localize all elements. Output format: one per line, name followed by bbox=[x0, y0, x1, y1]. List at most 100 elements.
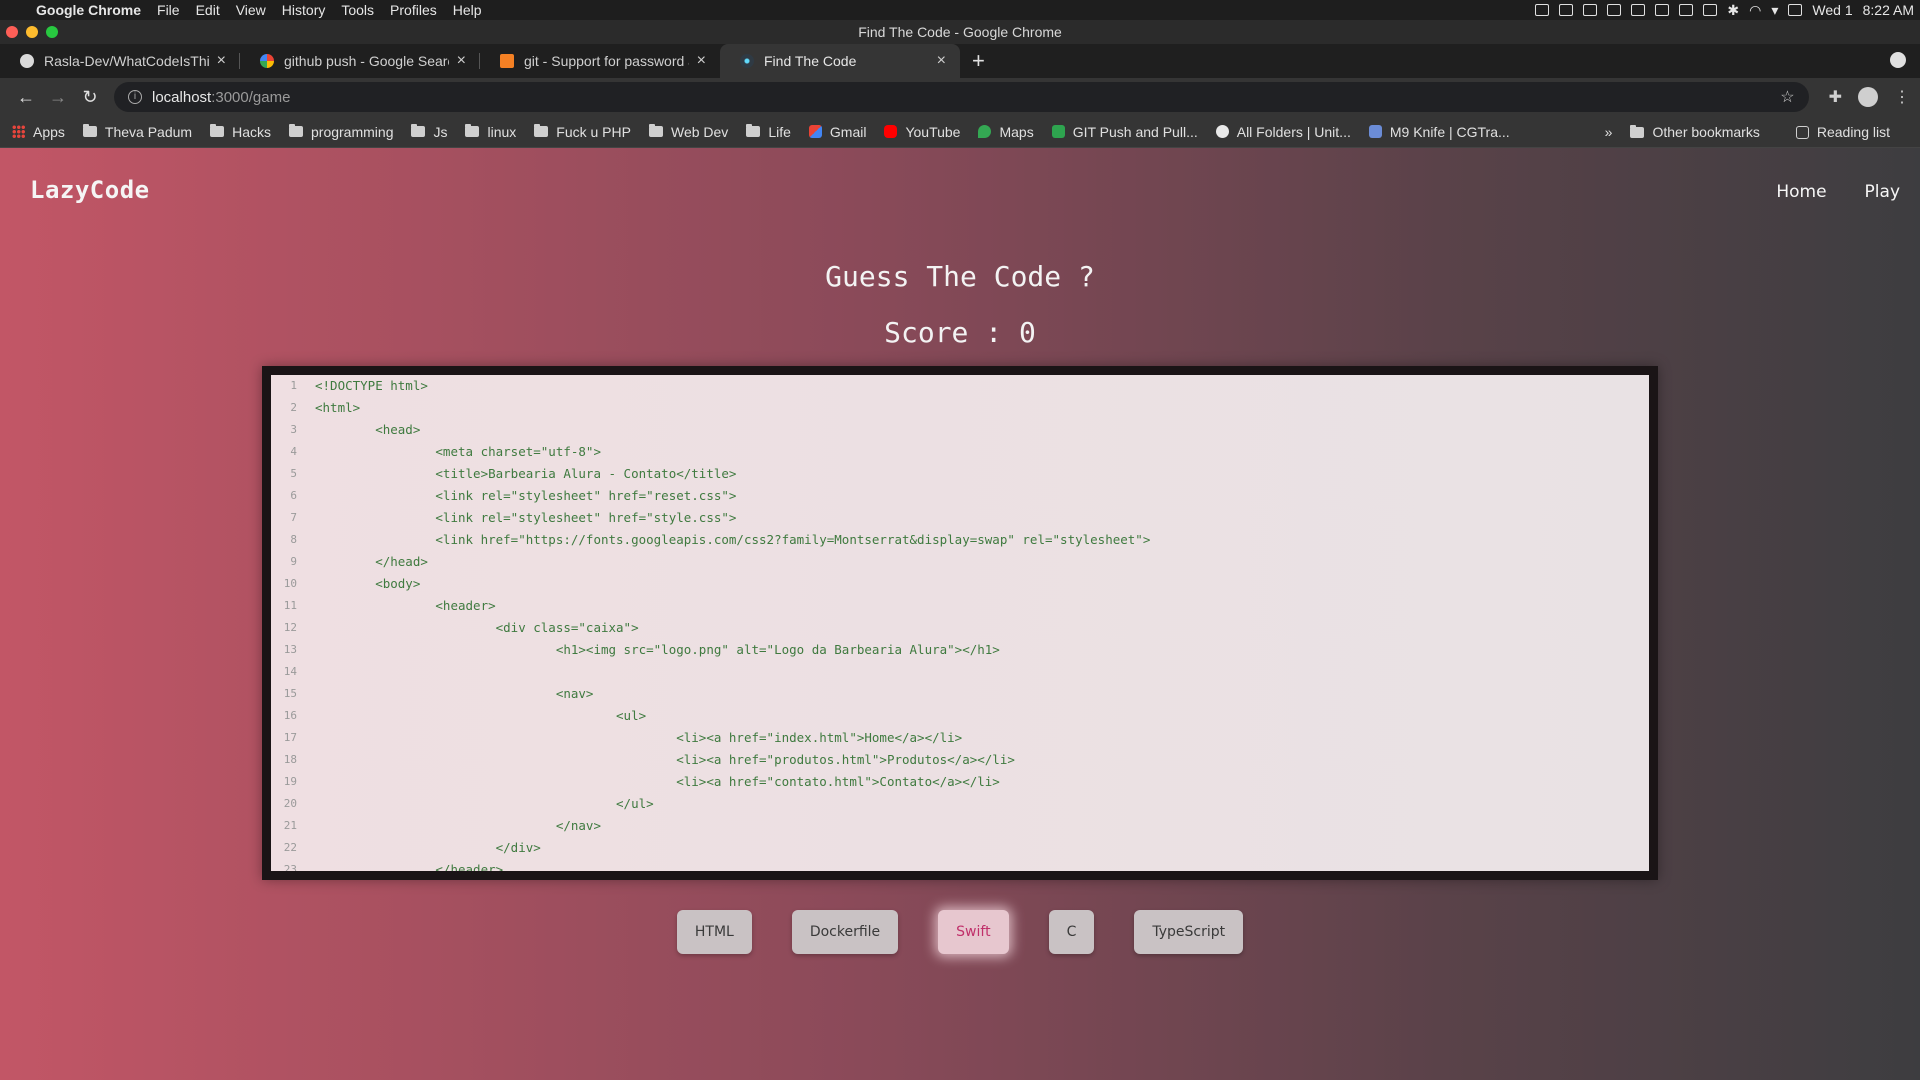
menu-view[interactable]: View bbox=[236, 2, 266, 18]
bookmark-folder[interactable]: Js bbox=[411, 124, 447, 140]
clipboard-icon[interactable] bbox=[1655, 4, 1670, 16]
answer-typescript-button[interactable]: TypeScript bbox=[1134, 910, 1244, 954]
calendar-icon[interactable] bbox=[1788, 4, 1803, 16]
answer-swift-button[interactable]: Swift bbox=[938, 910, 1009, 954]
folder-icon bbox=[82, 124, 97, 137]
window-title-bar: Find The Code - Google Chrome bbox=[0, 20, 1920, 44]
code-line: 6 <link rel="stylesheet" href="reset.css… bbox=[271, 485, 1649, 507]
code-line: 14 bbox=[271, 661, 1649, 683]
tab-title: git - Support for password au bbox=[524, 53, 689, 69]
browser-tab[interactable]: git - Support for password au × bbox=[480, 44, 720, 78]
folder-icon bbox=[534, 124, 549, 137]
bluetooth-icon[interactable]: ✱ bbox=[1727, 2, 1739, 19]
bookmark-folder[interactable]: Hacks bbox=[210, 124, 271, 140]
extensions-icon[interactable]: ✚ bbox=[1829, 87, 1842, 107]
reload-icon[interactable]: ↻ bbox=[74, 87, 106, 108]
window-icon[interactable] bbox=[1583, 4, 1598, 16]
browser-tab[interactable]: github push - Google Search × bbox=[240, 44, 480, 78]
menu-time[interactable]: 8:22 AM bbox=[1863, 2, 1914, 18]
bookmark-site[interactable]: M9 Knife | CGTra... bbox=[1368, 124, 1510, 140]
wifi-icon[interactable]: ◠ bbox=[1749, 2, 1761, 19]
close-tab-icon[interactable]: × bbox=[457, 52, 466, 70]
close-window-button[interactable] bbox=[6, 26, 18, 38]
bookmark-folder[interactable]: Theva Padum bbox=[82, 124, 192, 140]
battery-icon[interactable] bbox=[1703, 4, 1718, 16]
code-block: 1 <!DOCTYPE html> 2 <html> 3 <head> 4 <meta c… bbox=[271, 375, 1649, 871]
site-icon bbox=[1368, 125, 1382, 138]
bookmark-site[interactable]: GIT Push and Pull... bbox=[1051, 124, 1198, 140]
chrome-menu-icon[interactable]: ⋮ bbox=[1894, 87, 1910, 107]
window-title: Find The Code - Google Chrome bbox=[858, 24, 1062, 40]
bookmark-star-icon[interactable]: ☆ bbox=[1780, 87, 1794, 107]
nav-play-link[interactable]: Play bbox=[1865, 182, 1900, 202]
close-tab-icon[interactable]: × bbox=[697, 52, 706, 70]
bookmark-folder[interactable]: linux bbox=[465, 124, 516, 140]
volume-icon[interactable]: ▾ bbox=[1771, 2, 1778, 19]
answer-c-button[interactable]: C bbox=[1048, 910, 1095, 954]
bookmark-folder[interactable]: Web Dev bbox=[648, 124, 728, 140]
bookmark-gmail[interactable]: Gmail bbox=[808, 124, 866, 140]
answer-dockerfile-button[interactable]: Dockerfile bbox=[791, 910, 899, 954]
bookmark-folder[interactable]: Fuck u PHP bbox=[534, 124, 631, 140]
code-line: 23 </header> bbox=[271, 859, 1649, 871]
site-info-icon[interactable]: i bbox=[128, 90, 142, 104]
code-line: 5 <title>Barbearia Alura - Contato</titl… bbox=[271, 463, 1649, 485]
close-tab-icon[interactable]: × bbox=[937, 52, 946, 70]
bookmark-youtube[interactable]: YouTube bbox=[884, 124, 960, 140]
macos-menu-bar: Google Chrome File Edit View History Too… bbox=[0, 0, 1920, 20]
menu-profiles[interactable]: Profiles bbox=[390, 2, 437, 18]
forward-icon[interactable]: → bbox=[42, 87, 74, 108]
browser-tab[interactable]: Rasla-Dev/WhatCodeIsThis: A × bbox=[0, 44, 240, 78]
code-text: <nav> bbox=[315, 686, 594, 701]
menu-help[interactable]: Help bbox=[453, 2, 482, 18]
site-logo[interactable]: LazyCode bbox=[30, 176, 150, 204]
menu-edit[interactable]: Edit bbox=[196, 2, 220, 18]
answer-html-button[interactable]: HTML bbox=[676, 910, 752, 954]
zoom-window-button[interactable] bbox=[46, 26, 58, 38]
menu-app-name[interactable]: Google Chrome bbox=[36, 2, 141, 18]
stackoverflow-icon bbox=[500, 54, 514, 68]
address-bar[interactable]: i localhost :3000/game ☆ bbox=[114, 82, 1809, 112]
reading-list[interactable]: Reading list bbox=[1795, 124, 1890, 140]
minimize-window-button[interactable] bbox=[26, 26, 38, 38]
folder-icon bbox=[411, 124, 426, 137]
other-bookmarks[interactable]: Other bookmarks bbox=[1630, 124, 1760, 140]
bookmark-site[interactable]: All Folders | Unit... bbox=[1215, 124, 1351, 140]
traffic-lights bbox=[6, 26, 58, 38]
code-text: <!DOCTYPE html> bbox=[315, 378, 428, 393]
display-icon[interactable] bbox=[1631, 4, 1646, 16]
page-title: Guess The Code ? bbox=[825, 260, 1095, 293]
bookmark-folder[interactable]: programming bbox=[289, 124, 393, 140]
menu-history[interactable]: History bbox=[282, 2, 326, 18]
profile-avatar[interactable] bbox=[1858, 87, 1878, 107]
tab-title: Rasla-Dev/WhatCodeIsThis: A bbox=[44, 53, 209, 69]
line-number: 9 bbox=[290, 555, 297, 568]
code-line: 9 </head> bbox=[271, 551, 1649, 573]
bookmark-maps[interactable]: Maps bbox=[978, 124, 1034, 140]
mute-icon[interactable] bbox=[1679, 4, 1694, 16]
line-number: 7 bbox=[290, 511, 297, 524]
browser-tab-active[interactable]: Find The Code × bbox=[720, 44, 960, 78]
status-icon[interactable] bbox=[1607, 4, 1622, 16]
screen-icon[interactable] bbox=[1535, 4, 1550, 16]
line-number: 12 bbox=[283, 621, 297, 634]
bookmark-apps[interactable]: Apps bbox=[12, 124, 65, 140]
code-line: 19 <li><a href="contato.html">Contato</a… bbox=[271, 771, 1649, 793]
back-icon[interactable]: ← bbox=[10, 87, 42, 108]
apple-icon[interactable] bbox=[8, 3, 22, 17]
code-line: 17 <li><a href="index.html">Home</a></li… bbox=[271, 727, 1649, 749]
menu-file[interactable]: File bbox=[157, 2, 180, 18]
line-number: 4 bbox=[290, 445, 297, 458]
close-tab-icon[interactable]: × bbox=[217, 52, 226, 70]
menu-tools[interactable]: Tools bbox=[341, 2, 374, 18]
more-bookmarks-button[interactable]: » bbox=[1605, 124, 1613, 140]
bookmark-folder[interactable]: Life bbox=[746, 124, 791, 140]
tab-search-icon[interactable] bbox=[1890, 52, 1906, 68]
code-text: <link rel="stylesheet" href="reset.css"> bbox=[315, 488, 737, 503]
line-number: 11 bbox=[283, 599, 297, 612]
menu-date[interactable]: Wed 1 bbox=[1812, 2, 1852, 18]
nav-home-link[interactable]: Home bbox=[1776, 182, 1826, 202]
notification-icon[interactable] bbox=[1559, 4, 1574, 16]
new-tab-button[interactable]: + bbox=[972, 48, 985, 74]
line-number: 10 bbox=[283, 577, 297, 590]
